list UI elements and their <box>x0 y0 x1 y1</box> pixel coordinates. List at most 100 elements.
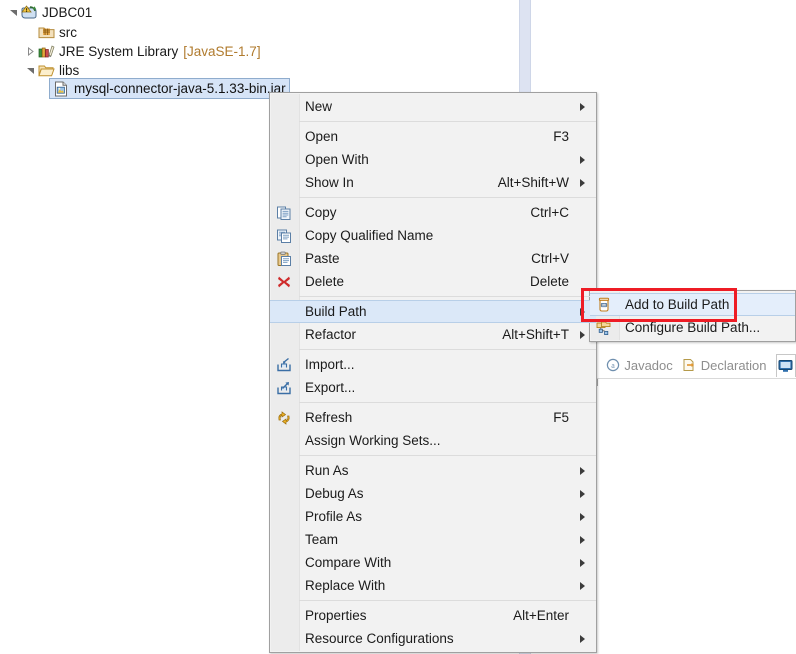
menu-item-build-path[interactable]: Build Path <box>270 300 596 323</box>
menu-separator <box>299 455 596 456</box>
submenu-item-add-to-build-path[interactable]: 010 Add to Build Path <box>590 293 795 316</box>
copy-qualified-name-icon <box>270 224 298 247</box>
menu-icon-placeholder <box>270 505 298 528</box>
view-tab-label: Javadoc <box>624 357 673 373</box>
tree-row-libs[interactable]: libs <box>23 60 79 80</box>
menu-item-import[interactable]: Import... <box>270 353 596 376</box>
refresh-icon <box>270 406 298 429</box>
menu-icon-placeholder <box>270 482 298 505</box>
export-icon <box>270 376 298 399</box>
delete-icon <box>270 270 298 293</box>
menu-icon-placeholder <box>270 459 298 482</box>
menu-separator <box>299 349 596 350</box>
menu-icon-placeholder <box>270 604 298 627</box>
menu-item-label: Debug As <box>305 486 364 501</box>
menu-item-label: Profile As <box>305 509 363 524</box>
menu-icon-placeholder <box>270 627 298 650</box>
add-to-build-path-icon: 010 <box>590 293 618 316</box>
context-menu[interactable]: New Open F3 Open With Show In Alt+Shift+… <box>269 92 597 653</box>
tree-label: libs <box>59 62 80 78</box>
menu-separator <box>299 600 596 601</box>
menu-item-label: Team <box>305 532 339 547</box>
menu-item-copy[interactable]: Copy Ctrl+C <box>270 201 596 224</box>
menu-separator <box>299 121 596 122</box>
menu-item-label: Paste <box>305 251 340 266</box>
menu-icon-placeholder <box>270 125 298 148</box>
menu-item-label: New <box>305 99 333 114</box>
menu-item-accelerator: F3 <box>553 129 569 144</box>
menu-item-label: Show In <box>305 175 354 190</box>
menu-item-accelerator: Ctrl+C <box>530 205 569 220</box>
menu-item-team[interactable]: Team <box>270 528 596 551</box>
menu-icon-placeholder <box>270 429 298 452</box>
menu-separator <box>299 296 596 297</box>
tree-row-selected-jar[interactable]: mysql-connector-java-5.1.33-bin.jar <box>49 78 290 99</box>
twisty-expand-icon[interactable] <box>23 41 37 61</box>
menu-item-copy-qualified-name[interactable]: Copy Qualified Name <box>270 224 596 247</box>
menu-icon-placeholder <box>270 148 298 171</box>
menu-item-profile-as[interactable]: Profile As <box>270 505 596 528</box>
submenu-item-label: Add to Build Path <box>625 297 730 312</box>
tree-row-jre-system-library[interactable]: JRE System Library [JavaSE-1.7] <box>23 41 261 61</box>
menu-item-properties[interactable]: Properties Alt+Enter <box>270 604 596 627</box>
submenu-item-label: Configure Build Path... <box>625 320 761 335</box>
chevron-right-icon <box>575 634 589 643</box>
view-tab-declaration[interactable]: Declaration <box>682 358 767 373</box>
menu-icon-placeholder <box>270 574 298 597</box>
menu-item-refresh[interactable]: Refresh F5 <box>270 406 596 429</box>
menu-item-export[interactable]: Export... <box>270 376 596 399</box>
menu-item-delete[interactable]: Delete Delete <box>270 270 596 293</box>
chevron-right-icon <box>575 307 589 316</box>
chevron-right-icon <box>575 155 589 164</box>
menu-item-label: Properties <box>305 608 367 623</box>
menu-item-compare-with[interactable]: Compare With <box>270 551 596 574</box>
chevron-right-icon <box>575 489 589 498</box>
menu-item-label: Copy Qualified Name <box>305 228 434 243</box>
menu-item-accelerator: Alt+Shift+W <box>497 175 569 190</box>
import-icon <box>270 353 298 376</box>
tree-row-src[interactable]: src <box>23 22 77 42</box>
paste-icon <box>270 247 298 270</box>
jar-file-icon <box>52 80 70 98</box>
menu-item-new[interactable]: New <box>270 95 596 118</box>
twisty-collapse-icon[interactable] <box>6 2 20 22</box>
tree-label: JDBC01 <box>42 4 93 20</box>
menu-item-label: Assign Working Sets... <box>305 433 441 448</box>
menu-item-open[interactable]: Open F3 <box>270 125 596 148</box>
menu-item-assign-working-sets[interactable]: Assign Working Sets... <box>270 429 596 452</box>
configure-build-path-icon <box>590 316 618 339</box>
source-folder-icon <box>37 23 55 41</box>
menu-item-resource-configurations[interactable]: Resource Configurations <box>270 627 596 650</box>
menu-item-run-as[interactable]: Run As <box>270 459 596 482</box>
view-tab-console[interactable] <box>775 353 796 377</box>
menu-item-paste[interactable]: Paste Ctrl+V <box>270 247 596 270</box>
menu-icon-placeholder <box>270 551 298 574</box>
folder-icon <box>37 61 55 79</box>
menu-item-show-in[interactable]: Show In Alt+Shift+W <box>270 171 596 194</box>
menu-icon-placeholder <box>270 323 298 346</box>
build-path-submenu[interactable]: 010 Add to Build Path Configure Build Pa… <box>589 290 796 342</box>
tree-row-project[interactable]: JDBC01 <box>6 2 92 22</box>
submenu-item-configure-build-path[interactable]: Configure Build Path... <box>590 316 795 339</box>
chevron-right-icon <box>575 512 589 521</box>
menu-item-accelerator: Ctrl+V <box>531 251 569 266</box>
svg-text:010: 010 <box>601 303 607 307</box>
tree-label: mysql-connector-java-5.1.33-bin.jar <box>74 81 286 96</box>
view-tab-javadoc[interactable]: a Javadoc <box>605 357 673 373</box>
menu-item-label: Resource Configurations <box>305 631 454 646</box>
java-project-warning-icon <box>20 3 38 21</box>
chevron-right-icon <box>575 466 589 475</box>
twisty-collapse-icon[interactable] <box>23 60 37 80</box>
menu-item-label: Export... <box>305 380 356 395</box>
menu-icon-placeholder <box>270 171 298 194</box>
menu-item-label: Import... <box>305 357 355 372</box>
copy-icon <box>270 201 298 224</box>
menu-item-label: Replace With <box>305 578 386 593</box>
menu-item-open-with[interactable]: Open With <box>270 148 596 171</box>
menu-item-label: Delete <box>305 274 345 289</box>
menu-item-debug-as[interactable]: Debug As <box>270 482 596 505</box>
menu-item-replace-with[interactable]: Replace With <box>270 574 596 597</box>
chevron-right-icon <box>575 535 589 544</box>
chevron-right-icon <box>575 330 589 339</box>
menu-item-refactor[interactable]: Refactor Alt+Shift+T <box>270 323 596 346</box>
